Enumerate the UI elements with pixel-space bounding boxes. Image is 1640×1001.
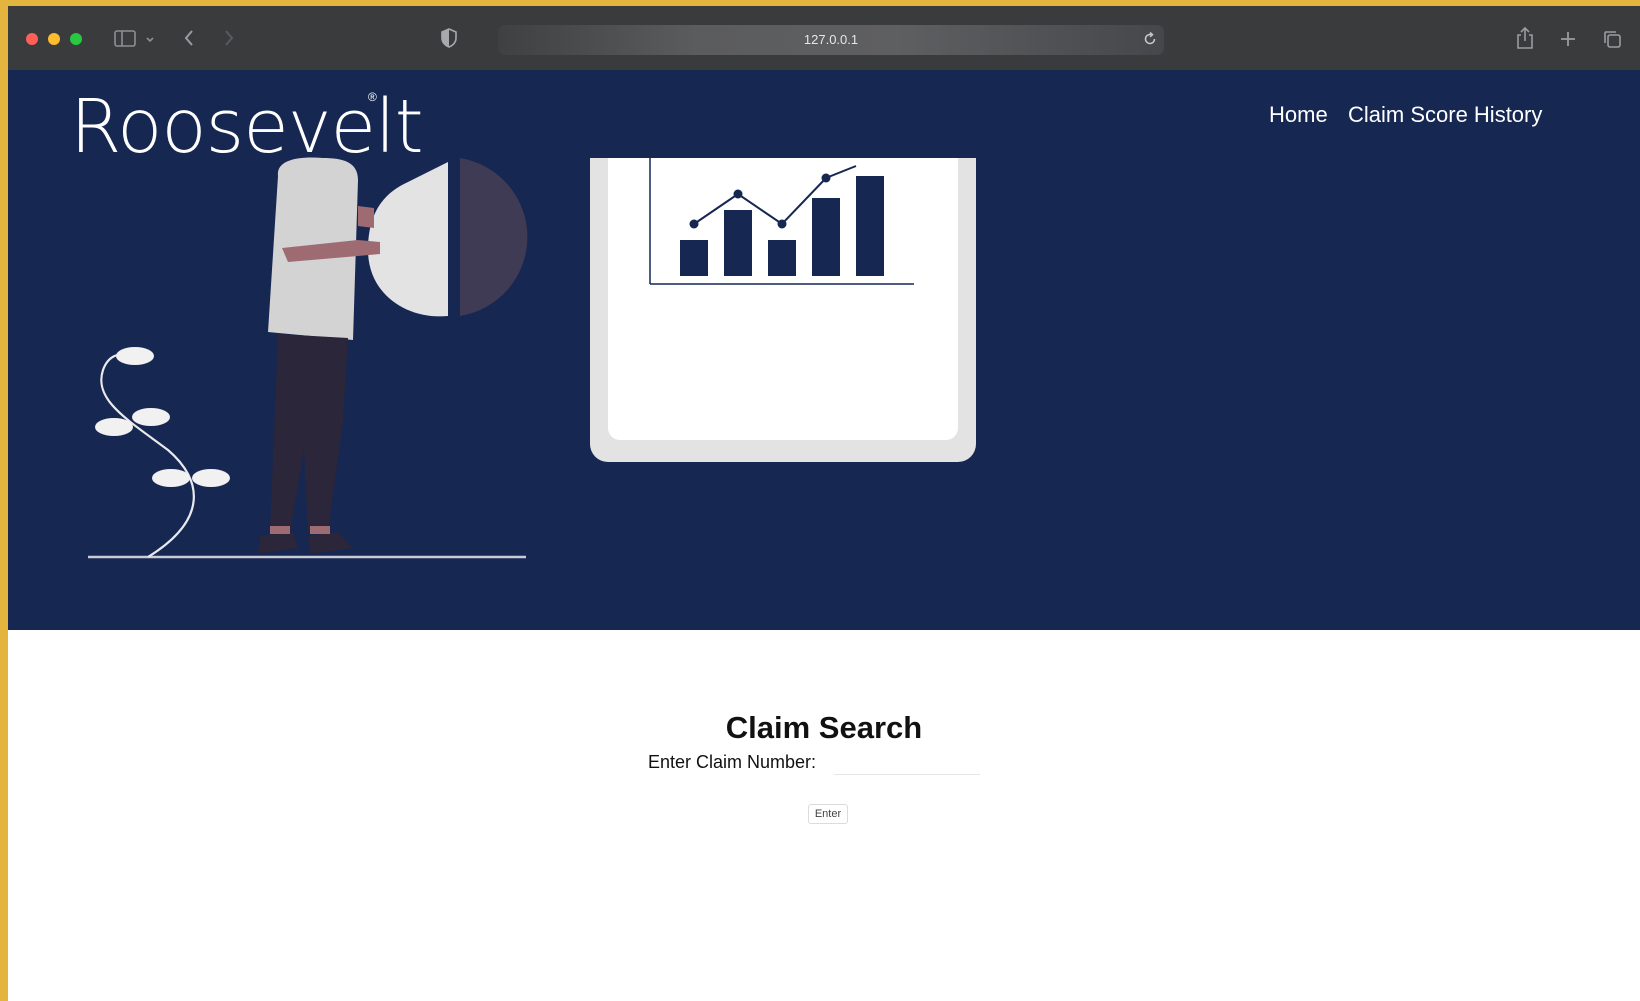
back-arrow-icon[interactable] xyxy=(182,28,196,48)
forward-arrow-icon[interactable] xyxy=(222,28,236,48)
close-window-button[interactable] xyxy=(26,33,38,45)
zoom-window-button[interactable] xyxy=(70,33,82,45)
url-text: 127.0.0.1 xyxy=(803,32,859,47)
tablet-bar xyxy=(724,210,752,276)
share-icon[interactable] xyxy=(1516,26,1534,50)
page-title: Claim Search xyxy=(725,710,923,745)
tablet-bar xyxy=(680,240,708,276)
address-bar[interactable]: 127.0.0.1 xyxy=(498,25,1164,55)
tablet-bar xyxy=(856,176,884,276)
claim-number-input[interactable] xyxy=(834,749,980,775)
shield-icon[interactable] xyxy=(440,28,458,48)
chevron-down-icon[interactable] xyxy=(145,36,155,44)
registered-mark: ® xyxy=(368,90,377,104)
tablet-bar xyxy=(812,198,840,276)
sidebar-icon[interactable] xyxy=(114,30,138,48)
nav-home-link[interactable]: Home xyxy=(1269,102,1328,128)
claim-search-section: Claim Search Enter Claim Number: Enter xyxy=(8,630,1640,1001)
browser-toolbar: 127.0.0.1 xyxy=(8,6,1640,70)
reload-icon[interactable] xyxy=(1142,31,1158,47)
tablet-bar xyxy=(768,240,796,276)
enter-button[interactable]: Enter xyxy=(808,804,848,824)
nav-claim-score-history-link[interactable]: Claim Score History xyxy=(1348,102,1542,128)
claim-number-label: Enter Claim Number: xyxy=(648,752,817,772)
hero-banner: Roosevelt ® Home Claim Score History xyxy=(8,70,1640,630)
new-tab-icon[interactable] xyxy=(1559,30,1577,48)
tabs-overview-icon[interactable] xyxy=(1602,29,1622,49)
browser-window: 127.0.0.1 Roosevelt ® Home Claim Score H… xyxy=(8,6,1640,1001)
minimize-window-button[interactable] xyxy=(48,33,60,45)
